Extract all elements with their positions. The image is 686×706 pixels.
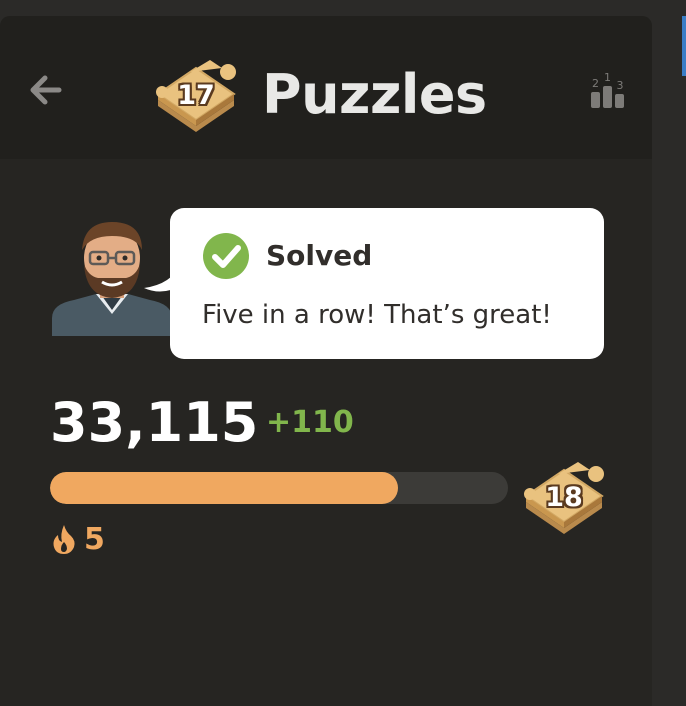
next-level-number: 18: [545, 482, 583, 513]
rank-label-1: 1: [604, 71, 611, 84]
status-label: Solved: [266, 239, 373, 272]
level-progress-bar: [50, 472, 508, 504]
streak-counter: 5: [52, 521, 105, 557]
adjacent-window-edge: [682, 16, 686, 76]
rank-label-3: 3: [617, 79, 624, 92]
rating-delta: +110: [266, 405, 354, 440]
puzzles-panel: 17 Puzzles 2 1 3 Solved Five in a row! T…: [0, 16, 652, 706]
leaderboard-icon: 2 1 3: [591, 71, 624, 108]
feedback-bubble: Solved Five in a row! That’s great!: [170, 208, 604, 359]
back-button[interactable]: [24, 70, 66, 110]
rank-label-2: 2: [592, 77, 599, 90]
puzzle-rating: 33,115: [50, 391, 259, 454]
feedback-message: Five in a row! That’s great!: [202, 300, 552, 330]
level-progress-fill: [50, 472, 399, 504]
page-title: Puzzles: [262, 63, 487, 126]
arrow-left-icon: [30, 75, 62, 105]
leaderboard-button[interactable]: 2 1 3: [586, 68, 630, 112]
streak-count: 5: [84, 521, 105, 557]
puzzle-level-badge: 17: [154, 50, 238, 132]
flame-icon: [53, 525, 75, 554]
level-number: 17: [177, 80, 215, 111]
header: 17 Puzzles 2 1 3: [0, 16, 652, 159]
checkmark-circle-icon: [203, 233, 249, 279]
next-level-badge: 18: [522, 452, 606, 534]
